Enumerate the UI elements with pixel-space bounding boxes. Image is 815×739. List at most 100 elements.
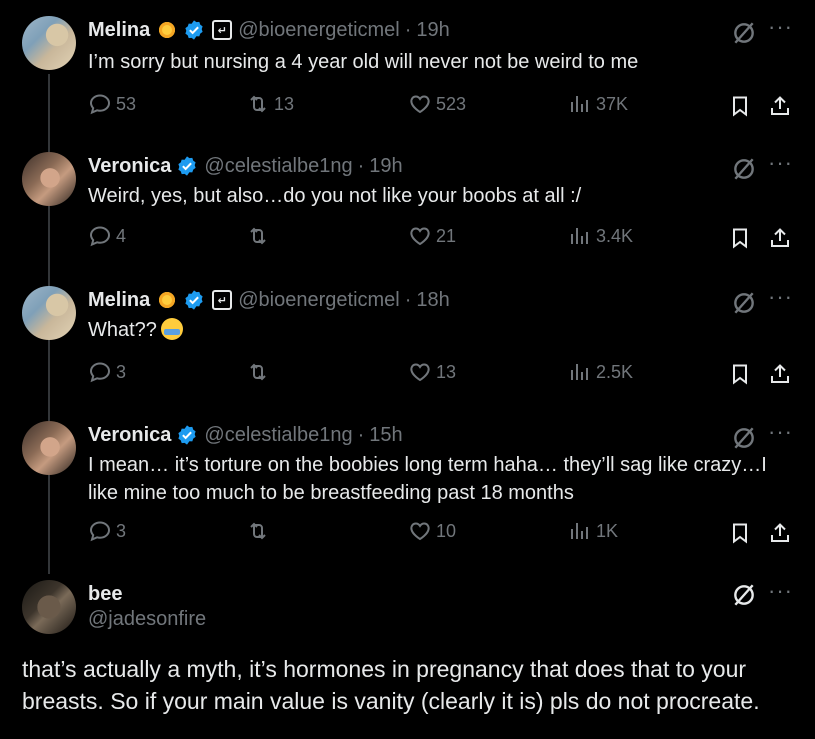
retweet-button[interactable] (246, 519, 274, 543)
bookmark-icon[interactable] (728, 362, 752, 386)
tweet-header: Melina ↵ @bioenergeticmel · 19h (88, 16, 450, 44)
like-button[interactable]: 21 (408, 224, 456, 248)
like-count: 10 (436, 520, 457, 541)
retweet-icon (250, 522, 266, 540)
reply-icon (89, 521, 111, 542)
views-count: 2.5K (596, 361, 634, 382)
like-count: 523 (436, 93, 467, 114)
reply-count: 3 (116, 361, 127, 382)
tweet-text: What?? (88, 319, 157, 341)
views-count: 37K (596, 93, 629, 114)
handle[interactable]: @bioenergeticmel (238, 289, 400, 312)
affiliate-badge-icon: ↵ (212, 290, 233, 310)
reply-button[interactable]: 53 (88, 92, 136, 116)
retweet-icon (250, 95, 266, 113)
views-icon (571, 523, 588, 539)
timestamp[interactable]: 19h (416, 19, 449, 42)
views-icon (571, 228, 588, 244)
more-icon[interactable]: ··· (768, 580, 793, 602)
handle[interactable]: @bioenergeticmel (238, 19, 400, 42)
bookmark-icon[interactable] (728, 94, 752, 118)
affiliate-badge-icon: ↵ (212, 20, 233, 40)
display-name[interactable]: bee (88, 583, 122, 606)
reply-icon (89, 226, 111, 247)
grok-icon[interactable] (731, 582, 757, 608)
main-tweet-text: that’s actually a myth, it’s hormones in… (22, 656, 760, 714)
views-button[interactable]: 2.5K (568, 360, 633, 384)
crying-emoji (160, 318, 183, 340)
retweet-button[interactable]: 13 (246, 92, 294, 116)
retweet-button[interactable] (246, 360, 274, 384)
share-icon[interactable] (768, 226, 792, 250)
separator: · (404, 288, 412, 311)
share-icon[interactable] (768, 94, 792, 118)
avatar[interactable] (22, 580, 76, 634)
avatar[interactable] (22, 421, 76, 475)
display-name[interactable]: Veronica (88, 155, 171, 178)
avatar[interactable] (22, 16, 76, 70)
sun-emoji (156, 19, 178, 41)
reply-icon (89, 362, 111, 383)
views-button[interactable]: 3.4K (568, 224, 633, 248)
more-icon[interactable]: ··· (768, 421, 793, 443)
handle[interactable]: @celestialbe1ng (204, 155, 352, 178)
like-icon (410, 227, 430, 246)
bookmark-icon[interactable] (728, 521, 752, 545)
tweet-header: Veronica @celestialbe1ng · 19h (88, 152, 403, 180)
grok-icon[interactable] (731, 290, 757, 316)
display-name[interactable]: Melina (88, 19, 150, 42)
share-icon[interactable] (768, 362, 792, 386)
grok-icon[interactable] (731, 425, 757, 451)
display-name[interactable]: Veronica (88, 424, 171, 447)
views-button[interactable]: 37K (568, 92, 628, 116)
sun-emoji (156, 289, 178, 311)
retweet-icon (250, 227, 266, 245)
grok-icon[interactable] (731, 156, 757, 182)
retweet-icon (250, 363, 266, 381)
like-icon (410, 522, 430, 541)
handle[interactable]: @jadesonfire (88, 608, 206, 631)
tweet-header: bee (88, 580, 122, 608)
like-button[interactable]: 10 (408, 519, 456, 543)
tweet-text: I mean… it’s torture on the boobies long… (88, 454, 767, 504)
separator: · (357, 423, 365, 446)
timestamp[interactable]: 18h (416, 289, 449, 312)
more-icon[interactable]: ··· (768, 286, 793, 308)
tweet-text: I’m sorry but nursing a 4 year old will … (88, 51, 639, 73)
reply-icon (89, 94, 111, 115)
views-count: 3.4K (596, 225, 634, 246)
like-icon (410, 95, 430, 114)
more-icon[interactable]: ··· (768, 16, 793, 38)
retweet-button[interactable] (246, 224, 274, 248)
reply-count: 53 (116, 93, 137, 114)
verified-icon (176, 424, 198, 446)
action-bar: 53 13 523 37K (88, 92, 798, 122)
more-icon[interactable]: ··· (768, 152, 793, 174)
reply-button[interactable]: 3 (88, 360, 126, 384)
bookmark-icon[interactable] (728, 226, 752, 250)
views-button[interactable]: 1K (568, 519, 618, 543)
action-bar: 3 13 2.5K (88, 360, 798, 390)
like-button[interactable]: 13 (408, 360, 456, 384)
tweet-header: Melina ↵ @bioenergeticmel · 18h (88, 286, 450, 314)
display-name[interactable]: Melina (88, 289, 150, 312)
grok-icon[interactable] (731, 20, 757, 46)
avatar[interactable] (22, 286, 76, 340)
timestamp[interactable]: 19h (369, 155, 402, 178)
reply-button[interactable]: 3 (88, 519, 126, 543)
avatar[interactable] (22, 152, 76, 206)
views-count: 1K (596, 520, 619, 541)
reply-button[interactable]: 4 (88, 224, 126, 248)
like-count: 13 (436, 361, 457, 382)
action-bar: 3 10 1K (88, 519, 798, 549)
like-icon (410, 363, 430, 382)
separator: · (357, 154, 365, 177)
reply-count: 3 (116, 520, 127, 541)
tweet-header: Veronica @celestialbe1ng · 15h (88, 421, 403, 449)
like-button[interactable]: 523 (408, 92, 466, 116)
share-icon[interactable] (768, 521, 792, 545)
views-icon (571, 96, 588, 112)
verified-icon (183, 289, 205, 311)
timestamp[interactable]: 15h (369, 424, 402, 447)
handle[interactable]: @celestialbe1ng (204, 424, 352, 447)
